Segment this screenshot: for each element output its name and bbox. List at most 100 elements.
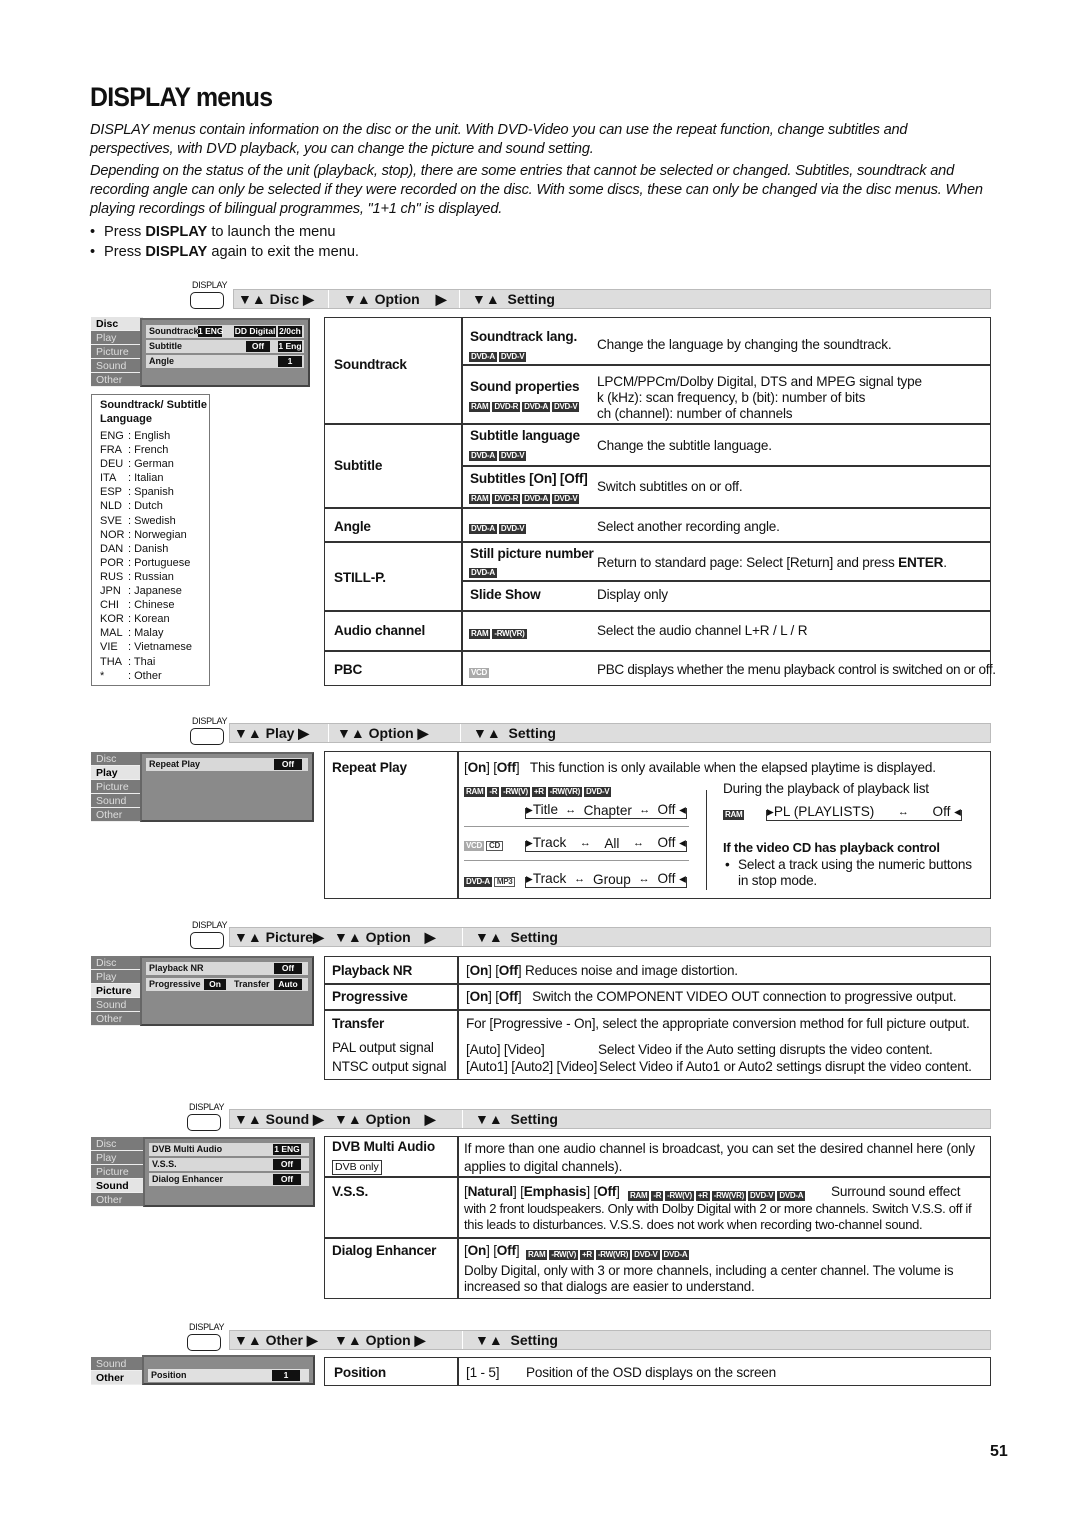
disc-type-badges: DVD-A DVD-V — [469, 348, 528, 366]
osd-tab-disc[interactable]: Disc — [91, 752, 143, 766]
option-header: ▼▲ Option ▶ — [334, 928, 436, 946]
dialog-values: [On] [Off] — [464, 1243, 520, 1258]
osd-row-progressive[interactable]: Progressive On Transfer Auto — [146, 978, 308, 991]
osd-tab-other[interactable]: Other — [91, 1371, 143, 1385]
divider — [324, 423, 991, 425]
media-badge-rwv: -RW(V) — [501, 786, 530, 797]
media-badge-ram: RAM — [526, 1249, 548, 1260]
divider — [324, 541, 991, 543]
option-still-p: STILL-P. — [334, 570, 386, 585]
media-badge-dvdv: DVD-V — [498, 351, 527, 362]
ntsc-desc: Select Video if Auto1 or Auto2 settings … — [599, 1059, 972, 1074]
setting-desc: Display only — [597, 587, 668, 602]
osd-row-soundtrack[interactable]: Soundtrack 1 ENG DD Digital 2/0ch — [146, 325, 304, 338]
osd-tab-play[interactable]: Play — [91, 766, 143, 780]
osd-tab-play[interactable]: Play — [91, 970, 143, 984]
osd-row-subtitle[interactable]: Subtitle Off 1 Eng — [146, 340, 304, 353]
osd-tab-other[interactable]: Other — [91, 373, 143, 387]
media-badge-r: +R — [580, 1249, 594, 1260]
pal-desc: Select Video if the Auto setting disrupt… — [598, 1042, 933, 1057]
osd-tab-disc[interactable]: Disc — [91, 317, 143, 331]
media-badge-ram: RAM — [628, 1190, 650, 1201]
picture-header-bar: ▼▲ Picture ▶ ▼▲ Option ▶ ▼▲ Setting — [229, 927, 991, 947]
down-up-arrows-icon: ▼▲ — [238, 291, 270, 307]
media-badge-ram: RAM — [469, 628, 491, 639]
option-dvb-multi-audio: DVB Multi Audio — [332, 1139, 435, 1154]
osd-tab-picture[interactable]: Picture — [91, 345, 143, 359]
language-row: KOR: Korean — [100, 613, 170, 626]
osd-tab-sound[interactable]: Sound — [91, 794, 143, 808]
disc-type-badges: RAM DVD-R DVD-A DVD-V — [469, 490, 581, 508]
setting-header: ▼▲ Setting — [460, 724, 556, 742]
divider — [324, 1009, 991, 1011]
osd-row-playback-nr[interactable]: Playback NR Off — [146, 962, 308, 975]
osd-tab-sound[interactable]: Sound — [91, 359, 143, 373]
instructions-list: Press DISPLAY to launch the menu Press D… — [90, 222, 359, 262]
setting-desc: [On] [Off] Switch the COMPONENT VIDEO OU… — [466, 989, 957, 1004]
language-box-title: Soundtrack/ Subtitle Language — [100, 399, 207, 425]
cycle-return-line — [525, 808, 687, 819]
media-badge-r: +R — [695, 1190, 710, 1201]
osd-tab-sound[interactable]: Sound — [91, 1179, 143, 1193]
intro-paragraph-2: Depending on the status of the unit (pla… — [90, 163, 983, 217]
media-badge-mp3: MP3 — [493, 876, 516, 887]
disc-type-badges: RAM — [723, 806, 746, 824]
media-badge-cd: CD — [486, 840, 503, 851]
sound-menu-header: ▼▲ Sound ▶ — [234, 1110, 324, 1128]
osd-tab-picture[interactable]: Picture — [91, 984, 143, 998]
media-badge-rwvr: -RW(VR) — [547, 786, 582, 797]
divider — [457, 1357, 459, 1386]
setting-desc: Switch subtitles on or off. — [597, 479, 743, 494]
osd-row-dialog-enhancer[interactable]: Dialog Enhancer Off — [149, 1173, 309, 1186]
language-row: *: Other — [100, 669, 162, 682]
osd-tab-play[interactable]: Play — [91, 331, 143, 345]
setting-desc: Select another recording angle. — [597, 519, 780, 534]
other-menu-header: ▼▲ Other ▶ — [234, 1331, 318, 1349]
media-badge-dvdv: DVD-V — [632, 1249, 660, 1260]
divider — [324, 1176, 991, 1178]
language-row: ITA: Italian — [100, 472, 164, 485]
vcd-bullet: • Select a track using the numeric button… — [725, 857, 972, 888]
divider — [706, 790, 707, 890]
osd-tab-sound[interactable]: Sound — [91, 1357, 143, 1371]
media-badge-dvda: DVD-A — [469, 523, 497, 534]
osd-tab-other[interactable]: Other — [91, 1193, 143, 1207]
osd-tab-picture[interactable]: Picture — [91, 1165, 143, 1179]
sound-header-bar: ▼▲ Sound ▶ ▼▲ Option ▶ ▼▲ Setting — [229, 1109, 991, 1129]
sound-osd-panel: DVB Multi Audio 1 ENG V.S.S. Off Dialog … — [143, 1137, 315, 1207]
osd-tab-disc[interactable]: Disc — [91, 1137, 143, 1151]
osd-row-repeat-play[interactable]: Repeat Play Off — [146, 758, 308, 771]
language-row: DEU: German — [100, 458, 174, 471]
osd-tab-sound[interactable]: Sound — [91, 998, 143, 1012]
osd-tab-play[interactable]: Play — [91, 1151, 143, 1165]
playlist-cycle-diagram: ▸PL (PLAYLISTS) ↔ Off ◂ — [765, 802, 963, 822]
setting-desc: Change the language by changing the soun… — [597, 337, 892, 352]
vss-values: [Natural] [Emphasis] [Off] — [464, 1184, 620, 1199]
setting-slide-show: Slide Show — [470, 587, 541, 602]
option-soundtrack: Soundtrack — [334, 357, 407, 372]
osd-tab-other[interactable]: Other — [91, 808, 143, 822]
osd-row-position[interactable]: Position 1 — [148, 1369, 309, 1382]
osd-tab-disc[interactable]: Disc — [91, 956, 143, 970]
osd-row-dvb-multi-audio[interactable]: DVB Multi Audio 1 ENG — [149, 1143, 309, 1156]
media-badge-ram: RAM — [469, 493, 491, 504]
osd-row-vss[interactable]: V.S.S. Off — [149, 1158, 309, 1171]
divider — [324, 983, 991, 985]
osd-row-angle[interactable]: Angle 1 — [146, 355, 304, 368]
ntsc-values: [Auto1] [Auto2] [Video] — [466, 1059, 598, 1074]
setting-desc: For [Progressive - On], select the appro… — [466, 1016, 970, 1031]
setting-desc: with 2 front loudspeakers. Only with Dol… — [464, 1201, 972, 1232]
display-button-icon — [187, 1114, 221, 1131]
osd-tab-picture[interactable]: Picture — [91, 780, 143, 794]
osd-tab-other[interactable]: Other — [91, 1012, 143, 1026]
setting-subtitle-language: Subtitle language — [470, 428, 580, 443]
other-osd-panel: Position 1 — [142, 1355, 315, 1385]
osd-tab-list: Sound Other — [91, 1357, 143, 1385]
media-badge-dvda: DVD-A — [777, 1190, 806, 1201]
divider — [457, 751, 459, 899]
media-badge-dvdv: DVD-V — [583, 786, 612, 797]
display-button-icon — [190, 292, 224, 309]
page-title: DISPLAY menus — [90, 82, 273, 112]
divider — [324, 1237, 991, 1239]
language-row: DAN: Danish — [100, 542, 169, 555]
